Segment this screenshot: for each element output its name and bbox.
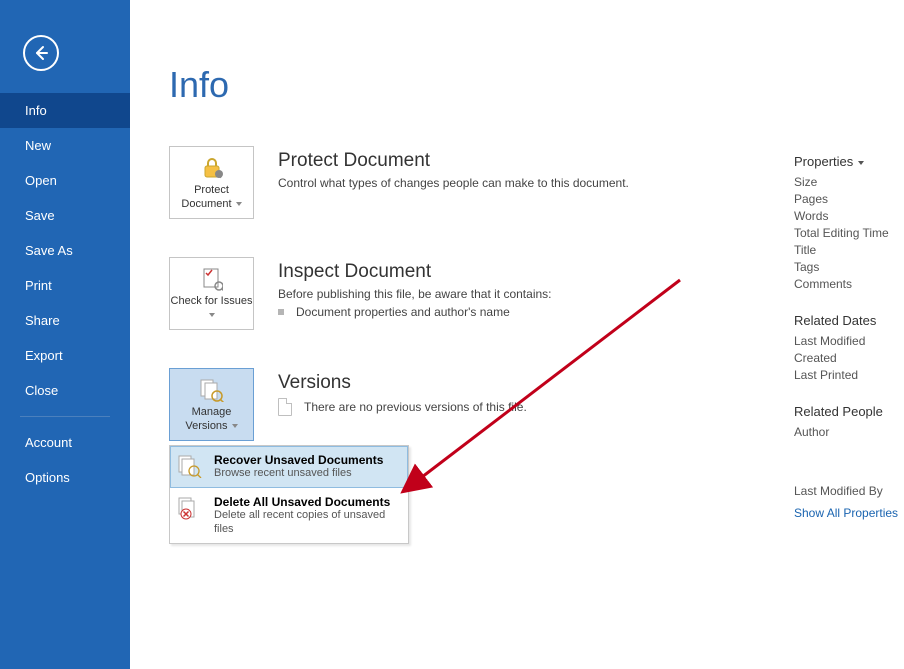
nav-options[interactable]: Options — [0, 460, 130, 495]
versions-row: There are no previous versions of this f… — [278, 398, 527, 416]
check-for-issues-button[interactable]: Check for Issues — [169, 257, 254, 330]
nav-close[interactable]: Close — [0, 373, 130, 408]
arrow-left-icon — [32, 44, 50, 62]
document-check-icon — [201, 265, 223, 293]
manage-versions-menu: Recover Unsaved Documents Browse recent … — [169, 445, 409, 544]
protect-document-button[interactable]: Protect Document — [169, 146, 254, 219]
inspect-lead: Before publishing this file, be aware th… — [278, 287, 552, 301]
inspect-heading: Inspect Document — [278, 261, 552, 283]
prop-words: Words — [794, 209, 904, 223]
manage-versions-button[interactable]: Manage Versions — [169, 368, 254, 441]
protect-desc: Control what types of changes people can… — [278, 176, 629, 190]
date-last-printed: Last Printed — [794, 368, 904, 382]
properties-heading[interactable]: Properties — [794, 154, 904, 169]
date-last-modified: Last Modified — [794, 334, 904, 348]
prop-title: Title — [794, 243, 904, 257]
delete-icon — [176, 495, 204, 521]
versions-desc: There are no previous versions of this f… — [304, 400, 527, 414]
prop-total-editing-time: Total Editing Time — [794, 226, 904, 240]
nav-save-as[interactable]: Save As — [0, 233, 130, 268]
prop-comments: Comments — [794, 277, 904, 291]
main-content: Info Protect Document Protect Document C… — [130, 0, 904, 669]
nav-account[interactable]: Account — [0, 425, 130, 460]
prop-tags: Tags — [794, 260, 904, 274]
dd-item-desc: Delete all recent copies of unsaved file… — [214, 509, 394, 537]
nav-export[interactable]: Export — [0, 338, 130, 373]
properties-panel: Properties Size Pages Words Total Editin… — [794, 154, 904, 520]
back-button[interactable] — [23, 35, 59, 71]
date-created: Created — [794, 351, 904, 365]
inspect-bullet-row: Document properties and author's name — [278, 305, 552, 319]
dd-item-title: Recover Unsaved Documents — [214, 453, 383, 467]
protect-heading: Protect Document — [278, 150, 629, 172]
protect-tile-label: Protect Document — [181, 184, 231, 210]
prop-pages: Pages — [794, 192, 904, 206]
recover-icon — [176, 453, 204, 479]
inspect-bullet-text: Document properties and author's name — [296, 305, 510, 319]
nav-print[interactable]: Print — [0, 268, 130, 303]
prop-size: Size — [794, 175, 904, 189]
dd-item-title: Delete All Unsaved Documents — [214, 495, 394, 509]
versions-tile-label: Manage Versions — [185, 406, 231, 432]
lock-icon — [200, 154, 224, 182]
versions-heading: Versions — [278, 372, 527, 394]
nav-open[interactable]: Open — [0, 163, 130, 198]
nav-save[interactable]: Save — [0, 198, 130, 233]
related-people-heading: Related People — [794, 404, 904, 419]
show-all-properties-link[interactable]: Show All Properties — [794, 506, 904, 520]
bullet-icon — [278, 309, 284, 315]
page-icon — [278, 398, 292, 416]
people-author: Author — [794, 425, 904, 439]
related-dates-heading: Related Dates — [794, 313, 904, 328]
nav-info[interactable]: Info — [0, 93, 130, 128]
nav-share[interactable]: Share — [0, 303, 130, 338]
backstage-sidebar: Info New Open Save Save As Print Share E… — [0, 0, 130, 669]
nav-new[interactable]: New — [0, 128, 130, 163]
recover-unsaved-documents-item[interactable]: Recover Unsaved Documents Browse recent … — [170, 446, 408, 488]
versions-icon — [199, 376, 225, 404]
last-modified-by: Last Modified By — [794, 484, 904, 498]
delete-all-unsaved-documents-item[interactable]: Delete All Unsaved Documents Delete all … — [170, 488, 408, 544]
inspect-tile-label: Check for Issues — [171, 295, 253, 307]
nav-divider — [20, 416, 110, 417]
page-title: Info — [169, 64, 904, 106]
dd-item-desc: Browse recent unsaved files — [214, 467, 383, 481]
